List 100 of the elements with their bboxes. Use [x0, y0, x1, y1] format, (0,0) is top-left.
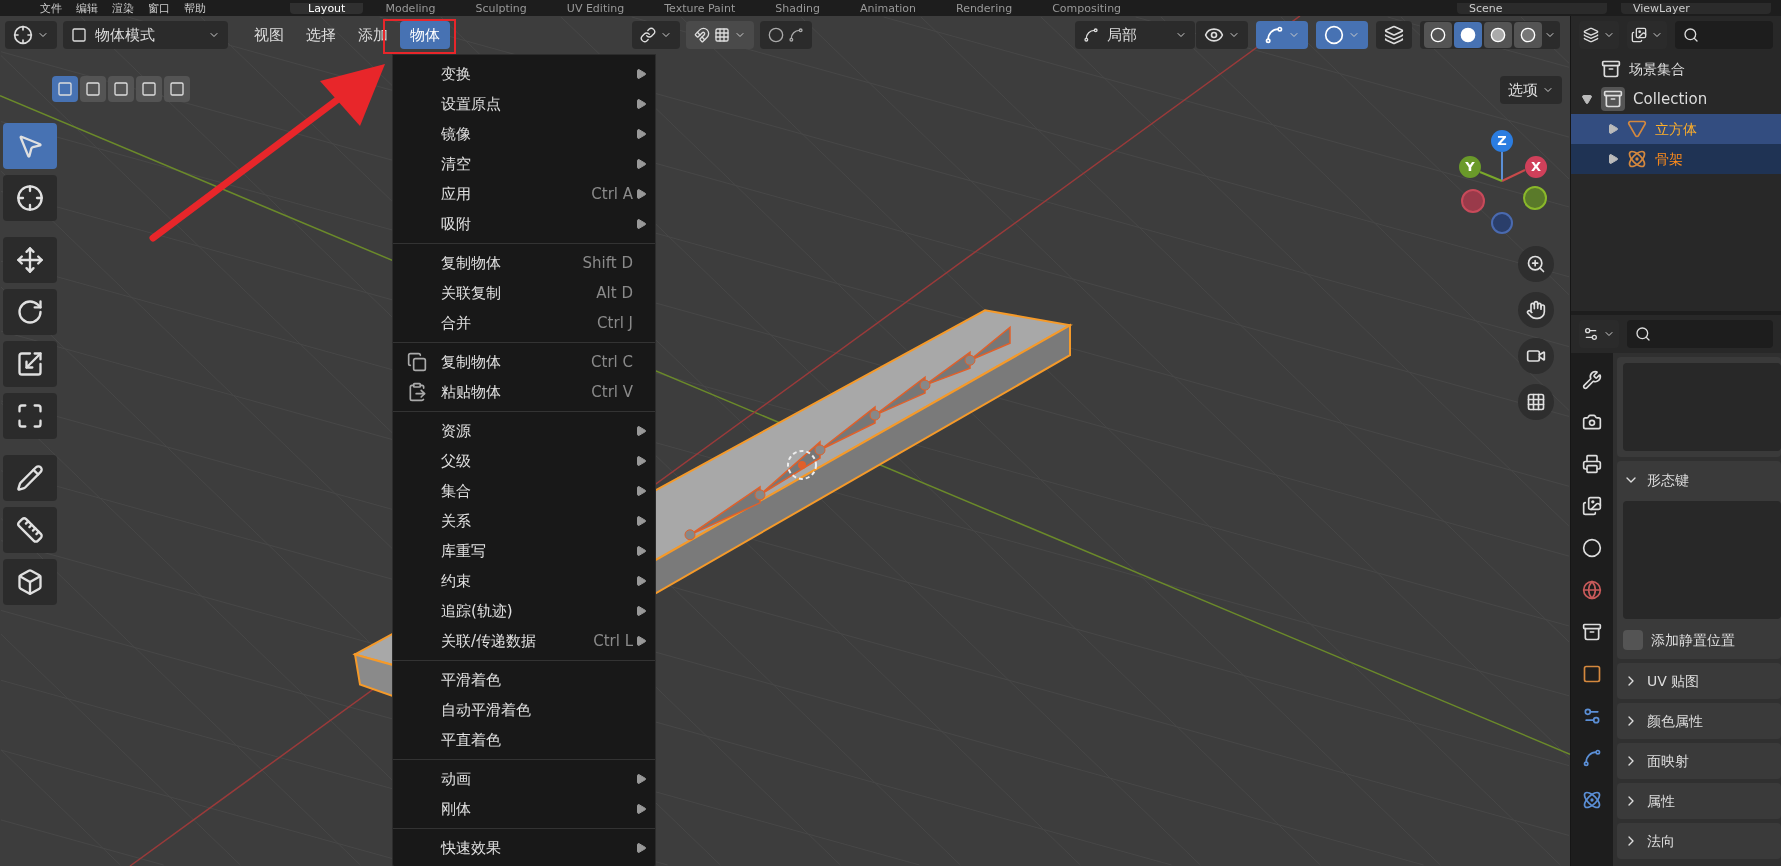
shading-mode-button[interactable]: [1514, 22, 1542, 48]
tool-button[interactable]: [3, 175, 57, 221]
menu-item[interactable]: 平滑着色: [393, 665, 655, 695]
shading-mode-button[interactable]: [1424, 22, 1452, 48]
tool-button[interactable]: [3, 455, 57, 501]
tool-button[interactable]: [3, 559, 57, 605]
menu-item[interactable]: 快速效果: [393, 833, 655, 863]
triangle-icon: [1627, 119, 1647, 139]
tool-button[interactable]: [3, 507, 57, 553]
menu-item[interactable]: 吸附: [393, 209, 655, 239]
panel-title: 法向: [1647, 831, 1675, 851]
tree-item-label[interactable]: Collection: [1633, 87, 1708, 111]
panel-title[interactable]: 形态键: [1647, 469, 1689, 491]
menu-item[interactable]: 集合: [393, 476, 655, 506]
header-menu[interactable]: 视图: [244, 21, 294, 49]
workspace-tab[interactable]: Sculpting: [457, 2, 545, 14]
tool-button[interactable]: [3, 289, 57, 335]
menu-item[interactable]: 复制物体 Shift D: [393, 248, 655, 278]
select-mode-icon[interactable]: [136, 76, 162, 102]
app-menu[interactable]: 渲染: [112, 2, 134, 14]
shading-mode-button[interactable]: [1454, 22, 1482, 48]
menu-item[interactable]: 平直着色: [393, 725, 655, 755]
workspace-tab[interactable]: Modeling: [367, 2, 454, 14]
tree-row[interactable]: 骨架: [1571, 144, 1781, 174]
header-menu[interactable]: 选择: [296, 21, 346, 49]
checkbox[interactable]: [1623, 630, 1643, 650]
tree-item-label[interactable]: 场景集合: [1629, 58, 1685, 80]
menu-item[interactable]: 清空: [393, 149, 655, 179]
tool-button[interactable]: [3, 341, 57, 387]
select-mode-icon[interactable]: [52, 76, 78, 102]
workspace-tab[interactable]: Compositing: [1034, 2, 1140, 14]
collapsed-panel[interactable]: UV 贴图: [1617, 663, 1781, 699]
pivot-button[interactable]: [632, 21, 680, 49]
workspace-tab[interactable]: Texture Paint: [646, 2, 754, 14]
sphere-icon: [1430, 27, 1446, 43]
menu-item[interactable]: 关联复制 Alt D: [393, 278, 655, 308]
app-menu[interactable]: 窗口: [148, 2, 170, 14]
menu-item[interactable]: 变换: [393, 59, 655, 89]
menu-item[interactable]: 粘贴物体 Ctrl V: [393, 377, 655, 407]
checkbox-label: 添加静置位置: [1651, 630, 1735, 650]
expand-arrow-icon: [1607, 153, 1619, 165]
snap-button[interactable]: [686, 21, 754, 49]
overlay-button[interactable]: [1316, 21, 1368, 49]
menu-item[interactable]: 自动平滑着色: [393, 695, 655, 725]
collapsed-panel[interactable]: 属性: [1617, 783, 1781, 819]
xray-button[interactable]: [1376, 21, 1412, 49]
add-cube-tool-icon: [16, 568, 44, 596]
tree-row[interactable]: 立方体: [1571, 114, 1781, 144]
scene-field[interactable]: Scene: [1457, 2, 1607, 14]
collapsed-panel[interactable]: 法向: [1617, 823, 1781, 859]
submenu-arrow-icon: [635, 98, 647, 110]
menu-item[interactable]: 约束: [393, 566, 655, 596]
select-mode-icon[interactable]: [80, 76, 106, 102]
expand-arrow-icon: [1607, 123, 1619, 135]
menu-item[interactable]: 资源: [393, 416, 655, 446]
tool-button[interactable]: [3, 393, 57, 439]
gizmo-button[interactable]: [1256, 21, 1308, 49]
options-dropdown[interactable]: 选项: [1500, 76, 1562, 104]
workspace-tab[interactable]: UV Editing: [548, 2, 643, 14]
app-menu[interactable]: 编辑: [76, 2, 98, 14]
workspace-tab[interactable]: Rendering: [938, 2, 1031, 14]
panel-title: UV 贴图: [1647, 671, 1700, 691]
view-layer-field[interactable]: ViewLayer: [1621, 2, 1771, 14]
visibility-button[interactable]: [1196, 21, 1248, 49]
proportional-edit-button[interactable]: [760, 21, 812, 49]
shading-mode-button[interactable]: [1484, 22, 1512, 48]
search-field[interactable]: [1627, 320, 1773, 348]
menu-item[interactable]: 设置原点: [393, 89, 655, 119]
tool-button[interactable]: [3, 237, 57, 283]
expand-arrow-icon[interactable]: [1581, 93, 1593, 105]
sphere-icon: [1520, 27, 1536, 43]
mode-dropdown[interactable]: 物体模式: [63, 21, 228, 49]
menu-item[interactable]: 应用 Ctrl A: [393, 179, 655, 209]
menu-item[interactable]: 关联/传递数据 Ctrl L: [393, 626, 655, 656]
workspace-tab[interactable]: Shading: [757, 2, 838, 14]
search-field[interactable]: [1675, 21, 1773, 49]
submenu-arrow-icon: [635, 803, 647, 815]
workspace-tab[interactable]: Animation: [841, 2, 934, 14]
app-menu[interactable]: 帮助: [184, 2, 206, 14]
menu-item[interactable]: 镜像: [393, 119, 655, 149]
render-icon: [1582, 412, 1602, 432]
menu-item[interactable]: 合并 Ctrl J: [393, 308, 655, 338]
transform-orientation-dropdown[interactable]: 局部: [1075, 21, 1195, 49]
menu-item[interactable]: 刚体: [393, 794, 655, 824]
submenu-arrow-icon: [635, 158, 647, 170]
zoom-icon: [1526, 254, 1546, 274]
select-mode-icon[interactable]: [164, 76, 190, 102]
menu-item[interactable]: 复制物体 Ctrl C: [393, 347, 655, 377]
header-menu[interactable]: 物体: [400, 21, 450, 49]
collapsed-panel[interactable]: 颜色属性: [1617, 703, 1781, 739]
collapsed-panel[interactable]: 面映射: [1617, 743, 1781, 779]
app-menu[interactable]: 文件: [40, 2, 62, 14]
menu-item[interactable]: 库重写: [393, 536, 655, 566]
menu-item[interactable]: 关系: [393, 506, 655, 536]
select-mode-icon[interactable]: [108, 76, 134, 102]
menu-item[interactable]: 追踪(轨迹): [393, 596, 655, 626]
editor-type-button[interactable]: [5, 21, 57, 49]
workspace-tab[interactable]: Layout: [290, 2, 364, 14]
menu-item[interactable]: 动画: [393, 764, 655, 794]
menu-item[interactable]: 父级: [393, 446, 655, 476]
